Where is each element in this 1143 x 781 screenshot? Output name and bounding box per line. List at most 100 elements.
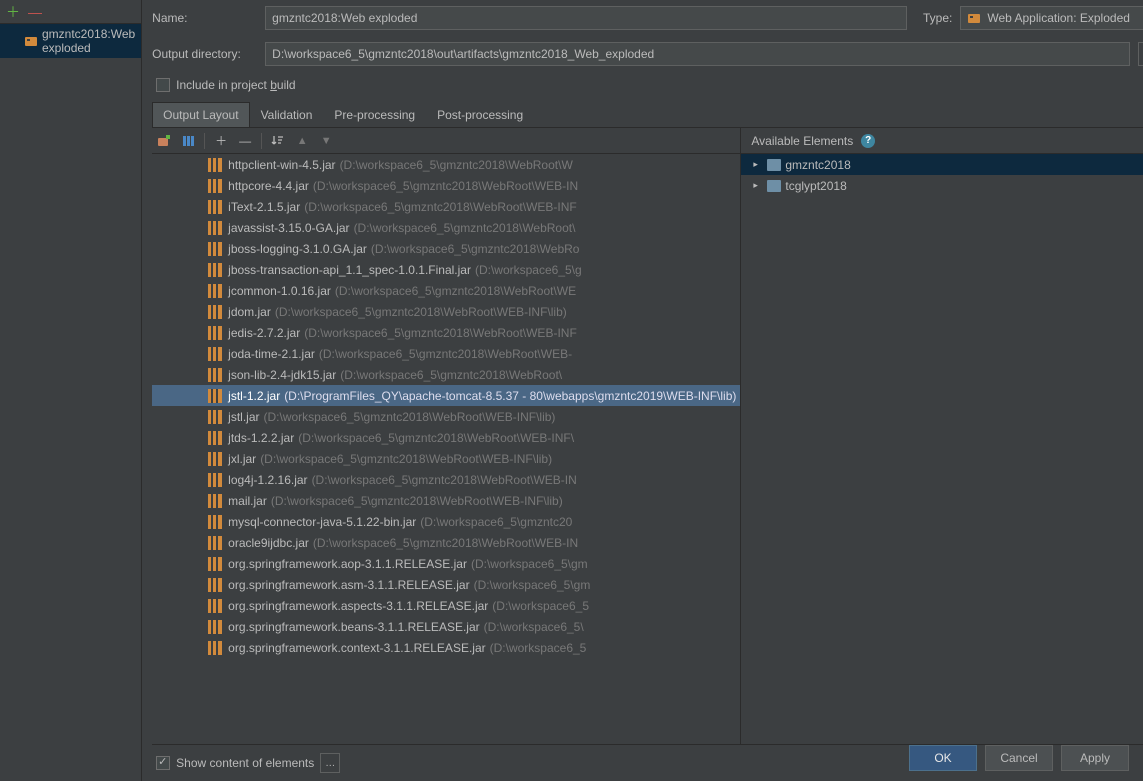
- apply-button[interactable]: Apply: [1061, 745, 1129, 771]
- jar-item[interactable]: org.springframework.aspects-3.1.1.RELEAS…: [152, 595, 740, 616]
- jar-item[interactable]: org.springframework.aop-3.1.1.RELEASE.ja…: [152, 553, 740, 574]
- name-input[interactable]: [265, 6, 907, 30]
- expand-icon[interactable]: ▸: [753, 180, 763, 191]
- artifact-item[interactable]: gmzntc2018:Web exploded: [0, 24, 141, 58]
- jar-path: (D:\workspace6_5\gmzntc2018\WebRoot\WEB-…: [298, 431, 574, 445]
- toolbar-separator: [261, 133, 262, 149]
- artifact-web-icon: [967, 11, 981, 25]
- jar-name: httpcore-4.4.jar: [228, 179, 309, 193]
- tab-validation[interactable]: Validation: [250, 102, 324, 127]
- jar-icon: [208, 536, 222, 550]
- jar-icon: [208, 179, 222, 193]
- jar-icon: [208, 515, 222, 529]
- expand-icon[interactable]: ▸: [753, 159, 763, 170]
- jar-name: mysql-connector-java-5.1.22-bin.jar: [228, 515, 416, 529]
- toolbar-separator: [204, 133, 205, 149]
- jar-item[interactable]: jstl.jar(D:\workspace6_5\gmzntc2018\WebR…: [152, 406, 740, 427]
- browse-button[interactable]: …: [1138, 42, 1143, 66]
- output-dir-label: Output directory:: [152, 47, 257, 61]
- add-item-icon[interactable]: ＋: [213, 133, 229, 149]
- type-label: Type:: [915, 11, 952, 25]
- jar-path: (D:\ProgramFiles_QY\apache-tomcat-8.5.37…: [284, 389, 736, 403]
- move-down-icon[interactable]: ▼: [318, 133, 334, 149]
- type-dropdown[interactable]: Web Application: Exploded ▼: [960, 6, 1143, 30]
- jar-item[interactable]: mail.jar(D:\workspace6_5\gmzntc2018\WebR…: [152, 490, 740, 511]
- jar-name: joda-time-2.1.jar: [228, 347, 315, 361]
- jar-item[interactable]: org.springframework.context-3.1.1.RELEAS…: [152, 637, 740, 658]
- move-up-icon[interactable]: ▲: [294, 133, 310, 149]
- jar-item[interactable]: org.springframework.beans-3.1.1.RELEASE.…: [152, 616, 740, 637]
- type-value: Web Application: Exploded: [987, 11, 1130, 25]
- new-dir-icon[interactable]: [180, 133, 196, 149]
- jar-path: (D:\workspace6_5\gmzntc2018\WebRoot\WEB-…: [304, 200, 577, 214]
- jar-icon: [208, 200, 222, 214]
- tab-preprocessing[interactable]: Pre-processing: [323, 102, 426, 127]
- jar-item[interactable]: javassist-3.15.0-GA.jar(D:\workspace6_5\…: [152, 217, 740, 238]
- jar-item[interactable]: oracle9ijdbc.jar(D:\workspace6_5\gmzntc2…: [152, 532, 740, 553]
- jar-icon: [208, 284, 222, 298]
- jar-path: (D:\workspace6_5\gmzntc2018\WebRoot\: [354, 221, 576, 235]
- jar-name: org.springframework.aspects-3.1.1.RELEAS…: [228, 599, 488, 613]
- jar-name: httpclient-win-4.5.jar: [228, 158, 335, 172]
- available-module-item[interactable]: ▸ tcglypt2018: [741, 175, 1143, 196]
- jar-item[interactable]: log4j-1.2.16.jar(D:\workspace6_5\gmzntc2…: [152, 469, 740, 490]
- jar-item[interactable]: jedis-2.7.2.jar(D:\workspace6_5\gmzntc20…: [152, 322, 740, 343]
- jar-icon: [208, 368, 222, 382]
- available-elements-list[interactable]: ▸ gmzntc2018 ▸ tcglypt2018: [741, 154, 1143, 744]
- jar-name: jcommon-1.0.16.jar: [228, 284, 331, 298]
- output-dir-input[interactable]: [265, 42, 1130, 66]
- jar-item[interactable]: httpclient-win-4.5.jar(D:\workspace6_5\g…: [152, 154, 740, 175]
- jar-path: (D:\workspace6_5\gmzntc2018\WebRoot\WEB-…: [312, 473, 577, 487]
- new-folder-icon[interactable]: [156, 133, 172, 149]
- jar-icon: [208, 599, 222, 613]
- sort-icon[interactable]: [270, 133, 286, 149]
- jar-icon: [208, 578, 222, 592]
- artifact-sidebar: ＋ — gmzntc2018:Web exploded: [0, 0, 142, 781]
- jar-item[interactable]: httpcore-4.4.jar (D:\workspace6_5\gmzntc2…: [152, 175, 740, 196]
- include-build-checkbox[interactable]: [156, 78, 170, 92]
- jar-icon: [208, 221, 222, 235]
- jar-path: (D:\workspace6_5\: [484, 620, 584, 634]
- jar-name: jboss-logging-3.1.0.GA.jar: [228, 242, 367, 256]
- jar-item[interactable]: org.springframework.asm-3.1.1.RELEASE.ja…: [152, 574, 740, 595]
- jar-item[interactable]: jcommon-1.0.16.jar (D:\workspace6_5\gmznt…: [152, 280, 740, 301]
- jar-item[interactable]: jxl.jar(D:\workspace6_5\gmzntc2018\WebRo…: [152, 448, 740, 469]
- available-elements-panel: Available Elements ? ▸ gmzntc2018 ▸ tcgl…: [740, 128, 1143, 744]
- jar-item[interactable]: jdom.jar (D:\workspace6_5\gmzntc2018\WebR…: [152, 301, 740, 322]
- show-content-options-button[interactable]: …: [320, 753, 340, 773]
- jar-icon: [208, 305, 222, 319]
- ok-button[interactable]: OK: [909, 745, 977, 771]
- jar-path: (D:\workspace6_5\gmzntc2018\WebRoot\WE: [335, 284, 576, 298]
- jar-icon: [208, 431, 222, 445]
- help-icon[interactable]: ?: [861, 134, 875, 148]
- tab-postprocessing[interactable]: Post-processing: [426, 102, 534, 127]
- jar-path: (D:\workspace6_5\gmzntc2018\WebRoot\WEB-…: [275, 305, 567, 319]
- jar-name: jxl.jar: [228, 452, 256, 466]
- jar-item[interactable]: jstl-1.2.jar(D:\ProgramFiles_QY\apache-t…: [152, 385, 740, 406]
- tab-output-layout[interactable]: Output Layout: [152, 102, 249, 127]
- jar-item[interactable]: json-lib-2.4-jdk15.jar(D:\workspace6_5\g…: [152, 364, 740, 385]
- jar-item[interactable]: mysql-connector-java-5.1.22-bin.jar (D:\w…: [152, 511, 740, 532]
- jar-icon: [208, 494, 222, 508]
- remove-item-icon[interactable]: —: [237, 133, 253, 149]
- jar-name: mail.jar: [228, 494, 267, 508]
- jar-item[interactable]: jboss-logging-3.1.0.GA.jar(D:\workspace6…: [152, 238, 740, 259]
- jar-tree[interactable]: httpclient-win-4.5.jar (D:\workspace6_5\g…: [152, 154, 740, 744]
- jar-path: (D:\workspace6_5\gmzntc20: [420, 515, 572, 529]
- artifact-editor: Name: Type: Web Application: Exploded ▼ …: [142, 0, 1143, 781]
- jar-item[interactable]: jboss-transaction-api_1.1_spec-1.0.1.Fin…: [152, 259, 740, 280]
- jar-item[interactable]: iText-2.1.5.jar(D:\workspace6_5\gmzntc20…: [152, 196, 740, 217]
- show-content-checkbox[interactable]: [156, 756, 170, 770]
- jar-name: jstl.jar: [228, 410, 259, 424]
- add-artifact-icon[interactable]: ＋: [6, 5, 20, 19]
- jar-path: (D:\workspace6_5\gmzntc2018\WebRoot\WEB-…: [313, 179, 578, 193]
- jar-icon: [208, 641, 222, 655]
- jar-item[interactable]: joda-time-2.1.jar(D:\workspace6_5\gmzntc…: [152, 343, 740, 364]
- jar-name: jtds-1.2.2.jar: [228, 431, 294, 445]
- cancel-button[interactable]: Cancel: [985, 745, 1053, 771]
- remove-artifact-icon[interactable]: —: [28, 5, 42, 19]
- available-module-item[interactable]: ▸ gmzntc2018: [741, 154, 1143, 175]
- jar-item[interactable]: jtds-1.2.2.jar (D:\workspace6_5\gmzntc201…: [152, 427, 740, 448]
- jar-name: jdom.jar: [228, 305, 271, 319]
- jar-icon: [208, 326, 222, 340]
